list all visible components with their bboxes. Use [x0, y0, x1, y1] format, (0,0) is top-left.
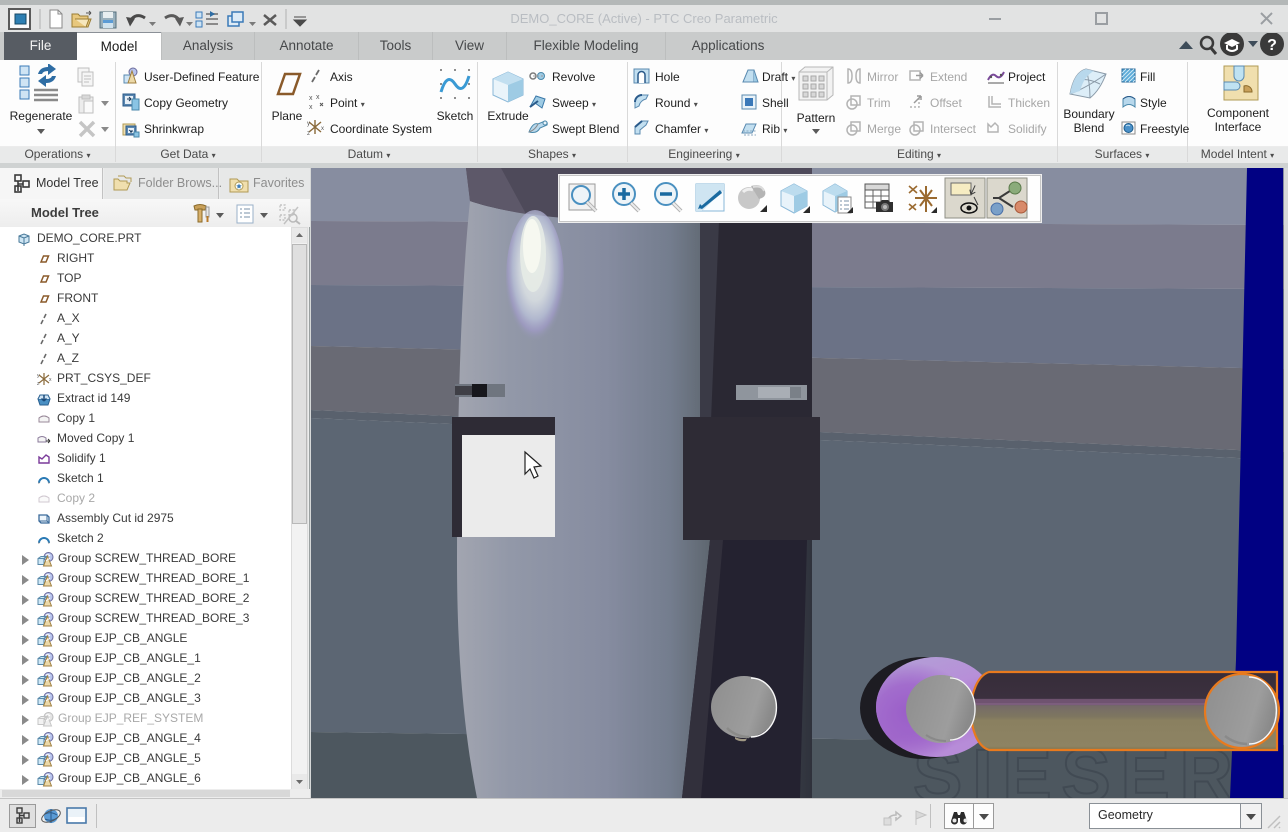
svg-text:x: x: [309, 95, 313, 102]
svg-text:x: x: [49, 377, 52, 383]
svg-text:x: x: [316, 94, 320, 101]
svg-text:z: z: [37, 381, 40, 386]
svg-text:z: z: [307, 131, 310, 136]
svg-text:?: ?: [1267, 37, 1277, 54]
svg-text:y: y: [307, 121, 310, 127]
svg-text:x: x: [321, 126, 324, 132]
svg-text:x: x: [309, 104, 313, 110]
